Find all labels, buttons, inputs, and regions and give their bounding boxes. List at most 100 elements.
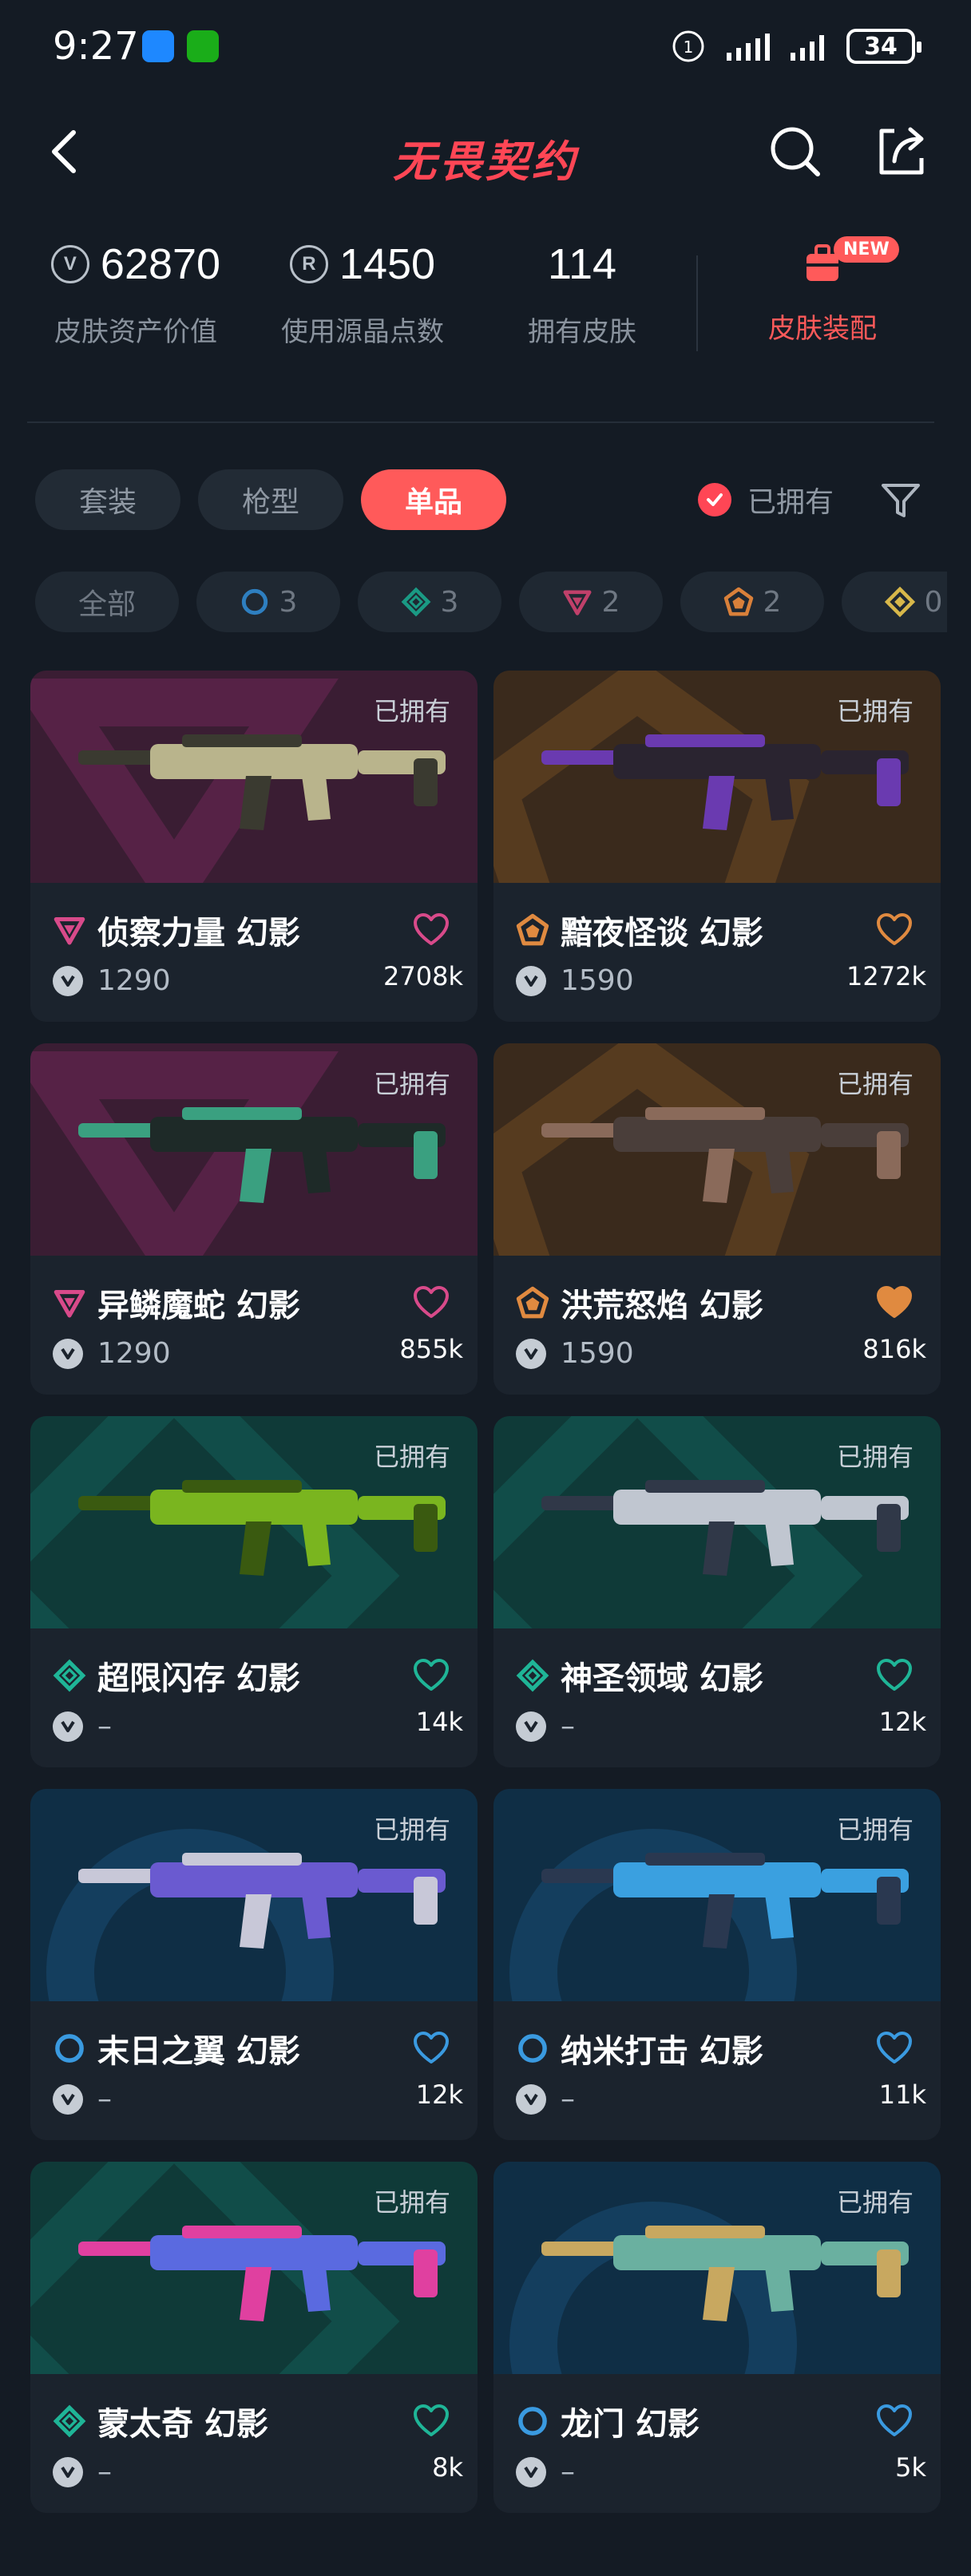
status-indicators: 1 34 [671, 29, 921, 64]
weapon-image [78, 1480, 446, 1576]
skin-card[interactable]: 已拥有 侦察力量 幻影 1290 2708k [30, 671, 478, 1022]
tab-bundle[interactable]: 套装 [35, 469, 180, 530]
asset-value-label: 皮肤资产价值 [54, 316, 217, 348]
skin-price: – [561, 2083, 575, 2115]
search-button[interactable] [765, 121, 826, 182]
rarity-chip-exclusive[interactable]: 2 [680, 572, 824, 632]
skin-name: 末日之翼 幻影 [97, 2033, 300, 2070]
data-speed-icon: 1 [672, 30, 704, 62]
rarity-chip-select[interactable]: 3 [196, 572, 340, 632]
radianite-stat: R 1450 使用源晶点数 [268, 239, 457, 349]
skin-name-row: 蒙太奇 幻影 [53, 2398, 268, 2444]
favorite-heart-icon[interactable] [875, 1284, 914, 1320]
favorite-heart-icon[interactable] [412, 2403, 450, 2438]
skin-card[interactable]: 已拥有 末日之翼 幻影 – 12k [30, 1789, 478, 2140]
rarity-chip-deluxe[interactable]: 3 [358, 572, 501, 632]
owned-filter-toggle[interactable]: 已拥有 [698, 479, 834, 520]
signal-1-icon [727, 34, 770, 61]
radianite-label: 使用源晶点数 [281, 316, 444, 348]
valorant-points-icon [516, 965, 546, 996]
likes-count: 1272k [846, 961, 926, 991]
skin-name-row: 异鳞魔蛇 幻影 [53, 1280, 300, 1326]
skin-price: 1290 [97, 964, 171, 997]
exclusive-tier-icon [516, 913, 549, 947]
deluxe-tier-icon [53, 2404, 86, 2438]
wechat-icon [187, 30, 219, 62]
skin-name: 纳米打击 幻影 [561, 2033, 763, 2070]
favorite-heart-icon[interactable] [412, 1657, 450, 1692]
owned-filter-label: 已拥有 [747, 486, 834, 519]
skin-price: – [97, 2455, 112, 2488]
favorite-heart-icon[interactable] [875, 2030, 914, 2065]
favorite-heart-icon[interactable] [875, 912, 914, 947]
price-row: – [516, 2455, 575, 2488]
message-app-icon [142, 30, 174, 62]
favorite-heart-icon[interactable] [875, 1657, 914, 1692]
stats-divider [696, 255, 698, 351]
premium-tier-icon [562, 587, 593, 617]
share-button[interactable] [870, 121, 931, 182]
skin-inventory-page: 9:27 1 34 无畏契约 V 62870 皮肤资产价值 R 1450 使用源… [0, 0, 971, 2576]
price-row: – [516, 1710, 575, 1743]
skin-name: 神圣领域 幻影 [561, 1660, 763, 1697]
valorant-points-icon [53, 965, 83, 996]
rarity-chip-ultra[interactable]: 0 [842, 572, 947, 632]
skin-price: – [561, 1710, 575, 1743]
skin-name: 超限闪存 幻影 [97, 1660, 300, 1697]
skin-name-row: 侦察力量 幻影 [53, 907, 300, 953]
valorant-points-icon [516, 2456, 546, 2487]
skin-price: – [561, 2455, 575, 2488]
category-tabs: 套装 枪型 单品 [35, 469, 506, 530]
owned-tag: 已拥有 [836, 2187, 914, 2218]
app-header: 无畏契约 [0, 104, 971, 200]
tab-weapon-type[interactable]: 枪型 [198, 469, 343, 530]
skin-image: 已拥有 [30, 671, 478, 883]
skin-card[interactable]: 已拥有 洪荒怒焰 幻影 1590 816k [493, 1043, 941, 1395]
skin-equip-button[interactable]: NEW 皮肤装配 [743, 236, 902, 346]
deluxe-tier-icon [516, 1659, 549, 1692]
rarity-chip-all[interactable]: 全部 [35, 572, 179, 632]
skin-price: 1590 [561, 964, 634, 997]
likes-count: 5k [895, 2452, 926, 2483]
valorant-points-icon [516, 2083, 546, 2115]
premium-tier-icon [53, 913, 86, 947]
tab-single-item[interactable]: 单品 [361, 469, 506, 530]
favorite-heart-icon[interactable] [412, 2030, 450, 2065]
skin-image: 已拥有 [30, 1043, 478, 1256]
skins-count-stat: 114 拥有皮肤 [505, 239, 660, 349]
section-divider [27, 421, 934, 423]
rarity-chip-premium[interactable]: 2 [519, 572, 663, 632]
owned-tag: 已拥有 [373, 2187, 450, 2218]
skin-card[interactable]: 已拥有 超限闪存 幻影 – 14k [30, 1416, 478, 1767]
price-row: – [53, 1710, 112, 1743]
rarity-chip-label: 3 [279, 585, 298, 619]
favorite-heart-icon[interactable] [412, 1284, 450, 1320]
skin-image: 已拥有 [493, 671, 941, 883]
skin-card[interactable]: 已拥有 黯夜怪谈 幻影 1590 1272k [493, 671, 941, 1022]
status-bar: 9:27 1 34 [0, 0, 971, 96]
price-row: 1590 [516, 964, 634, 997]
rarity-chip-label: 2 [763, 585, 782, 619]
skin-price: 1590 [561, 1337, 634, 1370]
skin-card[interactable]: 已拥有 龙门 幻影 – 5k [493, 2162, 941, 2513]
premium-tier-icon [53, 1286, 86, 1320]
battery-indicator: 34 [846, 29, 921, 64]
skin-card[interactable]: 已拥有 神圣领域 幻影 – 12k [493, 1416, 941, 1767]
favorite-heart-icon[interactable] [412, 912, 450, 947]
skin-card[interactable]: 已拥有 纳米打击 幻影 – 11k [493, 1789, 941, 2140]
rarity-filter-chips: 全部 3 3 2 2 0 [35, 572, 947, 632]
skin-card[interactable]: 已拥有 异鳞魔蛇 幻影 1290 855k [30, 1043, 478, 1395]
favorite-heart-icon[interactable] [875, 2403, 914, 2438]
filter-icon[interactable] [878, 477, 923, 522]
owned-tag: 已拥有 [836, 1814, 914, 1845]
likes-count: 11k [878, 2079, 926, 2110]
owned-tag: 已拥有 [373, 1442, 450, 1472]
skin-name-row: 纳米打击 幻影 [516, 2025, 763, 2071]
new-badge: NEW [834, 236, 899, 263]
likes-count: 14k [415, 1707, 463, 1737]
skin-name-row: 超限闪存 幻影 [53, 1652, 300, 1699]
weapon-image [541, 1480, 909, 1576]
skin-name: 侦察力量 幻影 [97, 915, 300, 952]
skin-card[interactable]: 已拥有 蒙太奇 幻影 – 8k [30, 2162, 478, 2513]
rarity-chip-label: 3 [440, 585, 459, 619]
